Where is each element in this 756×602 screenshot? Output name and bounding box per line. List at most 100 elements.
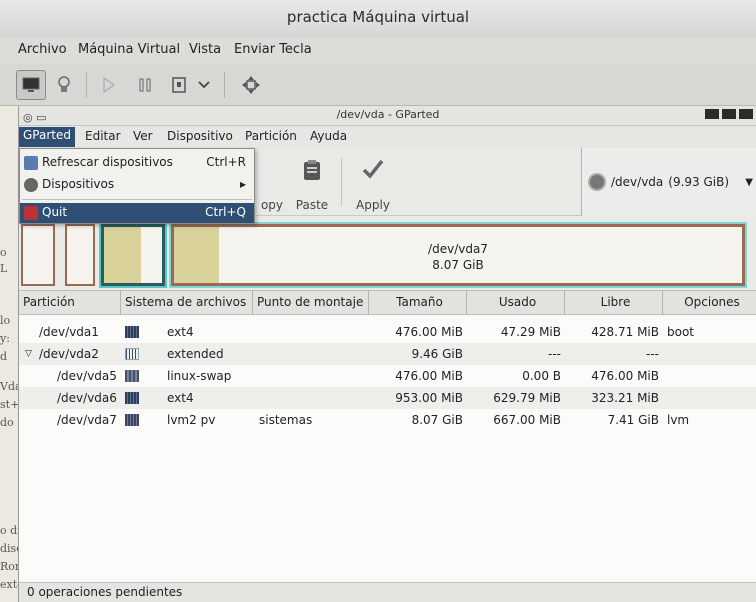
menu-dispositivo[interactable]: Dispositivo [167, 129, 233, 143]
side-fragment: do [0, 416, 14, 429]
partmap-vda1[interactable] [21, 224, 55, 286]
fs-color-icon [125, 392, 139, 404]
harddisk-icon [588, 173, 606, 191]
fs-color-icon [125, 414, 139, 426]
partmap-vda7[interactable]: /dev/vda7 8.07 GiB [169, 222, 747, 288]
lightbulb-icon[interactable] [49, 70, 79, 100]
apply-button[interactable]: Apply [348, 156, 398, 212]
minimize-button[interactable] [705, 109, 719, 119]
table-row[interactable]: ▽ /dev/vda2 extended 9.46 GiB --- --- [19, 343, 756, 365]
col-tamano[interactable]: Tamaño [369, 291, 467, 315]
cell-free: --- [646, 347, 659, 361]
partmap-vda7-name: /dev/vda7 [428, 242, 488, 256]
col-usado[interactable]: Usado [467, 291, 565, 315]
menu-item-label: Dispositivos [42, 177, 115, 191]
submenu-arrow-icon: ▸ [239, 177, 246, 191]
monitor-icon[interactable] [16, 70, 46, 100]
vm-menu-maquina-virtual[interactable]: Máquina Virtual [78, 42, 180, 57]
dropdown-arrow-icon: ▼ [745, 176, 753, 188]
side-fragment: o di [0, 524, 18, 537]
side-fragment: Vda [0, 380, 18, 393]
menu-item-dispositivos[interactable]: Dispositivos ▸ [20, 175, 254, 195]
maximize-button[interactable] [722, 109, 736, 119]
cell-used: 667.00 MiB [493, 413, 561, 427]
side-fragment: Ror [0, 560, 18, 573]
chevron-down-icon[interactable] [194, 70, 214, 100]
vm-menu-enviar-tecla[interactable]: Enviar Tecla [234, 42, 312, 57]
quit-icon [24, 206, 38, 220]
window-menu-icon[interactable]: ◎ ▭ [23, 109, 47, 127]
menu-item-label: Quit [42, 205, 68, 219]
expander-icon[interactable]: ▽ [25, 349, 32, 359]
col-opciones[interactable]: Opciones [663, 291, 756, 315]
partmap-vda6[interactable] [99, 222, 167, 288]
menu-ver[interactable]: Ver [133, 129, 153, 143]
cell-used: 0.00 B [522, 369, 561, 383]
device-selector[interactable]: /dev/vda (9.93 GiB) ▼ [581, 148, 756, 216]
close-button[interactable] [739, 109, 753, 119]
vm-menu-archivo[interactable]: Archivo [18, 42, 67, 57]
device-size: (9.93 GiB) [668, 175, 730, 189]
move-icon[interactable] [236, 70, 266, 100]
cell-fs: ext4 [167, 391, 194, 405]
cell-size: 9.46 GiB [411, 347, 463, 361]
paste-label: Paste [295, 198, 329, 212]
cell-partition: /dev/vda2 [39, 347, 99, 361]
power-icon[interactable] [164, 70, 194, 100]
col-sistema-archivos[interactable]: Sistema de archivos [121, 291, 253, 315]
fs-color-icon [125, 326, 139, 338]
table-row[interactable]: /dev/vda1 ext4 476.00 MiB 47.29 MiB 428.… [19, 321, 756, 343]
menu-item-refrescar[interactable]: Refrescar dispositivos Ctrl+R [20, 153, 254, 173]
partmap-vda5[interactable] [65, 224, 95, 286]
gparted-window-title: /dev/vda - GParted [336, 108, 440, 121]
device-name: /dev/vda [611, 175, 664, 189]
side-fragment: L [0, 262, 8, 275]
checkmark-icon [348, 156, 398, 190]
cell-flags: boot [667, 325, 695, 339]
menu-item-accel: Ctrl+R [206, 155, 246, 169]
cell-used: --- [548, 347, 561, 361]
toolbar-separator [341, 158, 342, 206]
cell-partition: /dev/vda7 [57, 413, 117, 427]
table-row[interactable]: /dev/vda6 ext4 953.00 MiB 629.79 MiB 323… [19, 387, 756, 409]
play-icon[interactable] [94, 70, 124, 100]
cell-partition: /dev/vda5 [57, 369, 117, 383]
pause-icon[interactable] [130, 70, 160, 100]
col-punto-montaje[interactable]: Punto de montaje [253, 291, 369, 315]
partmap-vda7-label: /dev/vda7 8.07 GiB [174, 241, 742, 273]
menu-editar[interactable]: Editar [85, 129, 121, 143]
window-controls [705, 109, 753, 119]
vm-menu-vista[interactable]: Vista [189, 42, 221, 57]
table-row[interactable]: /dev/vda5 linux-swap 476.00 MiB 0.00 B 4… [19, 365, 756, 387]
refresh-icon [24, 156, 38, 170]
toolbar-separator [224, 72, 225, 98]
menu-item-quit[interactable]: Quit Ctrl+Q [20, 203, 254, 223]
cell-fs: lvm2 pv [167, 413, 216, 427]
vm-toolbar [0, 64, 756, 106]
gparted-titlebar: ◎ ▭ /dev/vda - GParted [19, 106, 756, 126]
cell-used: 47.29 MiB [500, 325, 561, 339]
devices-icon [24, 178, 38, 192]
partmap-used-fill [104, 227, 142, 283]
col-libre[interactable]: Libre [565, 291, 663, 315]
side-fragment: o [0, 246, 7, 259]
partition-table: Partición Sistema de archivos Punto de m… [19, 290, 756, 582]
menu-item-label: Refrescar dispositivos [42, 155, 173, 169]
side-fragment: disc [0, 542, 18, 555]
clipboard-icon [287, 156, 337, 190]
fs-color-icon [125, 370, 139, 382]
cell-partition: /dev/vda6 [57, 391, 117, 405]
menu-ayuda[interactable]: Ayuda [310, 129, 347, 143]
menu-separator [22, 199, 252, 200]
side-fragment: y: [0, 332, 10, 345]
menu-particion[interactable]: Partición [245, 129, 297, 143]
table-row[interactable]: /dev/vda7 lvm2 pv sistemas 8.07 GiB 667.… [19, 409, 756, 431]
cell-fs: extended [167, 347, 224, 361]
menu-gparted[interactable]: GParted [19, 127, 75, 147]
cell-free: 323.21 MiB [591, 391, 659, 405]
cell-size: 476.00 MiB [395, 369, 463, 383]
paste-button[interactable]: Paste [287, 156, 337, 212]
fs-color-icon [125, 348, 139, 360]
col-particion[interactable]: Partición [19, 291, 121, 315]
gparted-dropdown-menu: Refrescar dispositivos Ctrl+R Dispositiv… [19, 148, 255, 224]
